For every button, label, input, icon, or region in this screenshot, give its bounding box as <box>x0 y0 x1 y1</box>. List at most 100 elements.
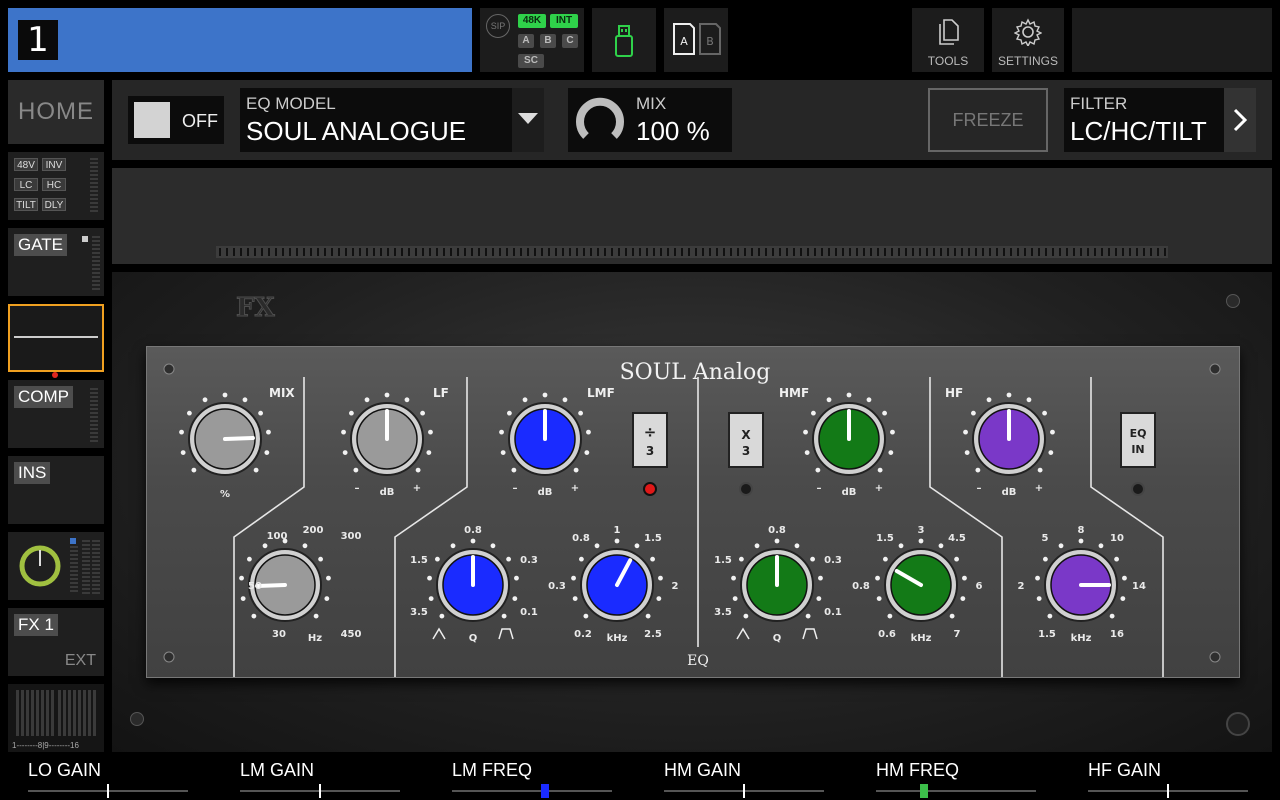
scale-label: 3 <box>918 525 925 536</box>
mix-knob[interactable] <box>179 392 271 476</box>
send-strip[interactable] <box>8 532 104 600</box>
comp-meter <box>90 388 98 444</box>
scale-label: 0.8 <box>464 525 482 536</box>
divide-3-led <box>643 482 657 496</box>
hf-gain-knob[interactable] <box>963 392 1055 476</box>
bus-b-badge: B <box>540 34 556 48</box>
mix-knob-icon <box>576 97 624 139</box>
eq-curve-area[interactable] <box>112 168 1272 264</box>
lmf-q-knob[interactable] <box>427 538 519 622</box>
scale-label: 2 <box>672 581 679 592</box>
scale-label: 1 <box>614 525 621 536</box>
scale-label: 0.3 <box>520 555 538 566</box>
lm-gain-thumb[interactable] <box>319 784 321 798</box>
comp-strip[interactable]: COMP <box>8 380 104 448</box>
channel-name-bar[interactable]: 1 <box>8 8 472 72</box>
multiply-3-button[interactable]: X 3 <box>728 412 764 468</box>
hmf-gain-knob[interactable] <box>803 392 895 476</box>
clock-badge: INT <box>550 14 578 28</box>
divide-3-button[interactable]: ÷ 3 <box>632 412 668 468</box>
mix-label: MIX <box>636 94 667 113</box>
eq-model-label: EQ MODEL <box>246 94 336 113</box>
minus-label: – <box>817 483 822 494</box>
lmf-gain-knob[interactable] <box>499 392 591 476</box>
fx-strip[interactable]: FX 1 EXT <box>8 608 104 676</box>
dropdown-arrow-button[interactable] <box>512 88 544 152</box>
scale-label: 1.5 <box>1038 629 1056 640</box>
channel-number: 1 <box>18 20 58 60</box>
eq-strip-selected[interactable] <box>8 304 104 372</box>
ins-label: INS <box>14 462 51 484</box>
scale-label: 5 <box>1042 533 1049 544</box>
eq-in-button[interactable]: EQ IN <box>1120 412 1156 468</box>
bus-meter-strip[interactable]: 1--------8|9--------16 <box>8 684 104 752</box>
chevron-down-icon <box>518 113 538 124</box>
narrow-q-icon <box>802 628 818 640</box>
svg-text:FX: FX <box>236 293 275 322</box>
eq-on-off-toggle[interactable]: OFF <box>128 96 224 144</box>
lf-freq-knob[interactable] <box>239 538 331 622</box>
filter-value: LC/HC/TILT <box>1070 116 1207 146</box>
slot-b-label: B <box>706 35 714 48</box>
soul-analog-plugin: FX SOUL Analog EQ MIX LF LMF HMF HF % – … <box>112 272 1272 752</box>
lo-gain-thumb[interactable] <box>107 784 109 798</box>
filter-select[interactable]: FILTER LC/HC/TILT <box>1064 88 1224 152</box>
usb-button[interactable] <box>592 8 656 72</box>
insert-strip[interactable]: INS <box>8 456 104 524</box>
lm-freq-thumb[interactable] <box>540 784 549 798</box>
scale-label: 200 <box>303 525 324 536</box>
usb-drive-icon <box>615 25 633 57</box>
lm-gain-label: LM GAIN <box>240 760 315 780</box>
home-button[interactable]: HOME <box>8 80 104 144</box>
khz-unit-label: kHz <box>607 633 628 644</box>
freeze-button[interactable]: FREEZE <box>928 88 1048 152</box>
scale-label: 3.5 <box>714 607 732 618</box>
slot-a-label: A <box>680 35 688 48</box>
hmf-q-knob[interactable] <box>731 538 823 622</box>
scale-label: 0.3 <box>548 581 566 592</box>
filter-label: FILTER <box>1070 94 1128 113</box>
on-off-label: OFF <box>182 111 218 131</box>
sd-card-icon: A B <box>673 23 721 55</box>
gate-label: GATE <box>14 234 68 256</box>
scale-label: 0.6 <box>878 629 896 640</box>
hm-gain-label: HM GAIN <box>664 760 742 780</box>
eq-model-select[interactable]: EQ MODEL SOUL ANALOGUE <box>240 88 544 152</box>
sc-badge: SC <box>518 54 544 68</box>
lf-gain-knob[interactable] <box>341 392 433 476</box>
hf-freq-knob[interactable] <box>1035 538 1127 622</box>
svg-text:X: X <box>741 428 751 442</box>
scale-label: 300 <box>341 531 362 542</box>
ext-label: EXT <box>64 652 96 669</box>
sip-icon: SIP <box>486 14 510 38</box>
gate-strip[interactable]: GATE <box>8 228 104 296</box>
scene-ab-button[interactable]: A B <box>664 8 728 72</box>
minus-label: – <box>513 483 518 494</box>
hmf-freq-knob[interactable] <box>875 538 967 622</box>
hc-tag: HC <box>42 178 66 191</box>
eq-model-value: SOUL ANALOGUE <box>246 116 467 146</box>
screw-icon <box>1226 712 1250 736</box>
hm-gain-thumb[interactable] <box>743 784 745 798</box>
hm-freq-thumb[interactable] <box>920 784 928 798</box>
tools-button[interactable]: TOOLS <box>912 8 984 72</box>
mix-unit-label: % <box>220 489 230 500</box>
wide-q-icon <box>736 627 750 640</box>
svg-text:IN: IN <box>1131 443 1144 456</box>
lm-freq-slider[interactable] <box>452 790 612 792</box>
hm-freq-slider[interactable] <box>876 790 1036 792</box>
input-strip[interactable]: 48V INV LC HC TILT DLY <box>8 152 104 220</box>
scale-label: 0.1 <box>824 607 842 618</box>
fx-label: FX 1 <box>14 614 58 636</box>
hf-gain-thumb[interactable] <box>1167 784 1169 798</box>
settings-label: SETTINGS <box>997 54 1058 68</box>
frequency-tick-strip <box>216 246 1168 258</box>
settings-button[interactable]: SETTINGS <box>992 8 1064 72</box>
mix-control[interactable]: MIX 100 % <box>568 88 732 152</box>
lmf-freq-knob[interactable] <box>571 538 663 622</box>
sample-rate-badge: 48K <box>518 14 546 28</box>
scale-label: 4.5 <box>948 533 966 544</box>
status-panel: SIP 48K INT A B C SC <box>480 8 584 72</box>
inv-tag: INV <box>42 158 66 171</box>
next-page-button[interactable] <box>1224 88 1256 152</box>
